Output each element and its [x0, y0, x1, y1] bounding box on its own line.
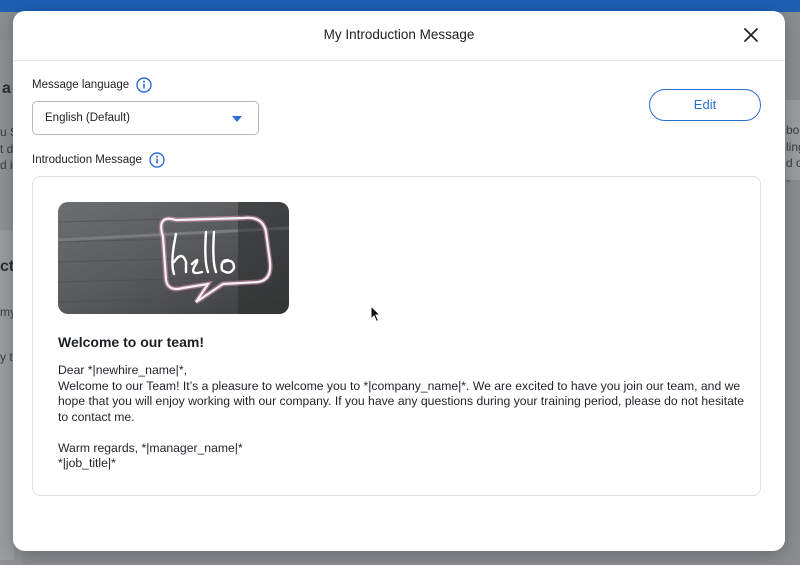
language-label-row: Message language: [32, 77, 152, 93]
close-icon: [744, 28, 758, 42]
language-select-value: English (Default): [45, 112, 131, 124]
modal-header: My Introduction Message: [13, 11, 785, 61]
background-fragment: d i: [0, 158, 13, 172]
modal-title: My Introduction Message: [323, 27, 475, 42]
background-fragment: ling: [786, 140, 800, 154]
chevron-down-icon: [232, 116, 242, 122]
background-fragment: a: [2, 80, 11, 97]
message-job-title: *|job_title|*: [58, 456, 116, 470]
background-fragment: -: [786, 173, 790, 187]
mouse-cursor-icon: [370, 305, 382, 323]
message-greeting: Dear *|newhire_name|*,: [58, 363, 187, 377]
hello-neon-sign-icon: [58, 202, 289, 314]
close-button[interactable]: [741, 25, 761, 45]
intro-label: Introduction Message: [32, 154, 142, 166]
background-fragment: bou: [786, 123, 800, 137]
message-signoff: Warm regards, *|manager_name|*: [58, 440, 243, 455]
info-icon[interactable]: [149, 152, 165, 168]
intro-message-modal: My Introduction Message Message language…: [13, 11, 785, 551]
message-paragraph: Welcome to our Team! It’s a pleasure to …: [58, 378, 745, 424]
background-panel-left: [0, 230, 14, 560]
language-select[interactable]: English (Default): [32, 101, 259, 135]
language-label: Message language: [32, 79, 130, 91]
edit-button[interactable]: Edit: [649, 89, 761, 121]
intro-message-preview: Welcome to our team! Dear *|newhire_name…: [32, 176, 761, 496]
hello-sign-image: [58, 202, 289, 314]
message-heading: Welcome to our team!: [58, 334, 204, 350]
intro-label-row: Introduction Message: [32, 152, 165, 168]
background-fragment: t d: [0, 142, 14, 156]
message-body: Dear *|newhire_name|*, Welcome to our Te…: [58, 363, 748, 472]
background-fragment: d o: [786, 156, 800, 170]
info-icon[interactable]: [136, 77, 152, 93]
